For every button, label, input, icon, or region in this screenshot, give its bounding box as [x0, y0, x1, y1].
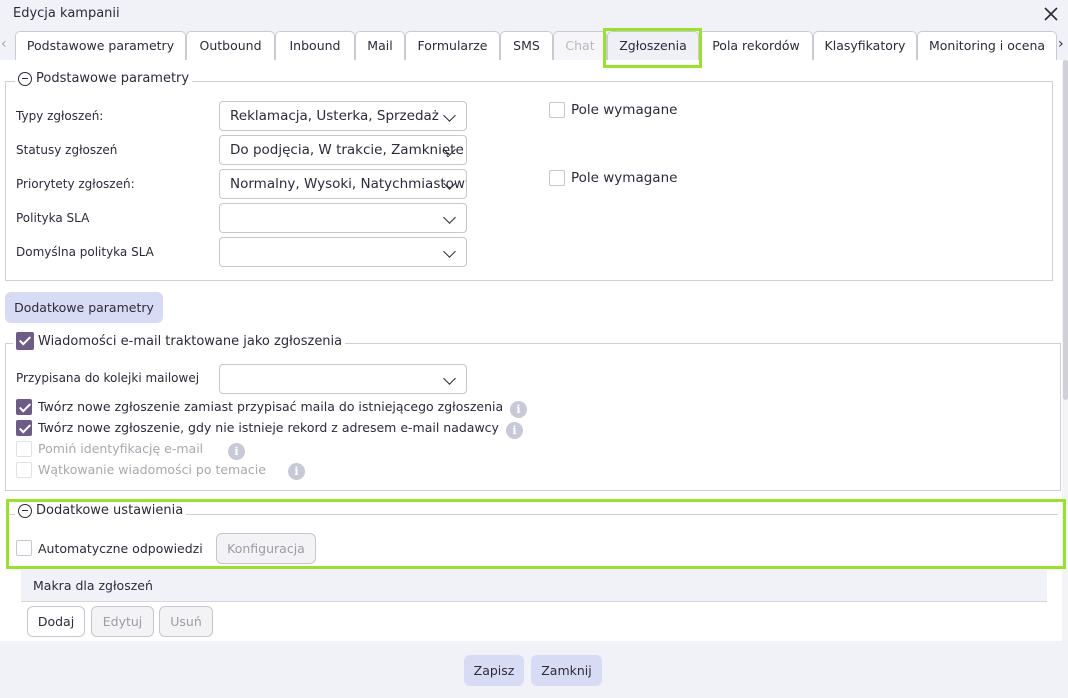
- chevron-down-icon: [443, 109, 456, 122]
- tab-zgloszenia[interactable]: Zgłoszenia: [607, 31, 699, 60]
- additional-params-button[interactable]: Dodatkowe parametry: [5, 292, 163, 323]
- tab-scroll-right-icon[interactable]: ›: [1058, 36, 1064, 52]
- window-title: Edycja kampanii: [13, 6, 120, 21]
- required-checkbox-types[interactable]: [549, 102, 565, 118]
- window-titlebar: Edycja kampanii: [0, 0, 1068, 30]
- ticket-types-select[interactable]: Reklamacja, Usterka, Sprzedaż: [219, 101, 467, 131]
- configuration-button[interactable]: Konfiguracja: [216, 533, 316, 564]
- tab-sms[interactable]: SMS: [500, 31, 553, 60]
- required-label-priorities: Pole wymagane: [571, 170, 678, 186]
- thread-by-subject-label: Wątkowanie wiadomości po temacie: [38, 462, 266, 477]
- tab-klasyfikatory[interactable]: Klasyfikatory: [813, 31, 917, 60]
- chevron-down-icon: [443, 245, 456, 258]
- ticket-statuses-value: Do podjęcia, W trakcie, Zamknięte: [230, 142, 464, 158]
- thread-by-subject-checkbox: [16, 462, 32, 478]
- chevron-down-icon: [443, 372, 456, 385]
- tab-monitoring-i-ocena[interactable]: Monitoring i ocena: [917, 31, 1057, 60]
- close-icon[interactable]: [1040, 3, 1062, 25]
- info-icon[interactable]: i: [228, 443, 245, 460]
- macros-header: Makra dla zgłoszeń: [21, 570, 1047, 602]
- ticket-types-value: Reklamacja, Usterka, Sprzedaż: [230, 108, 439, 124]
- tab-scroll-left-icon[interactable]: ‹: [1, 36, 7, 52]
- tab-formularze[interactable]: Formularze: [405, 31, 500, 60]
- skip-email-id-label: Pomiń identyfikację e-mail: [38, 441, 204, 456]
- additional-settings-legend-text: Dodatkowe ustawienia: [36, 503, 184, 518]
- tab-bar: ‹ Podstawowe parametry Outbound Inbound …: [0, 30, 1068, 60]
- add-macro-button[interactable]: Dodaj: [27, 606, 85, 637]
- email-legend-text: Wiadomości e-mail traktowane jako zgłosz…: [38, 333, 343, 349]
- sla-policy-select[interactable]: [219, 203, 467, 233]
- basic-params-legend-text: Podstawowe parametry: [36, 71, 190, 86]
- tab-chat: Chat: [553, 31, 607, 60]
- skip-email-id-checkbox: [16, 441, 32, 457]
- new-ticket-instead-checkbox[interactable]: [16, 399, 32, 415]
- scrollbar-thumb[interactable]: [1063, 60, 1068, 400]
- tab-mail[interactable]: Mail: [355, 31, 405, 60]
- tab-outbound[interactable]: Outbound: [186, 31, 275, 60]
- auto-reply-checkbox[interactable]: [16, 540, 32, 556]
- remove-macro-button[interactable]: Usuń: [159, 606, 213, 637]
- default-sla-policy-label: Domyślna polityka SLA: [16, 245, 154, 259]
- basic-params-legend[interactable]: Podstawowe parametry: [15, 71, 193, 86]
- save-button[interactable]: Zapisz: [464, 655, 524, 686]
- email-legend: Wiadomości e-mail traktowane jako zgłosz…: [13, 332, 346, 350]
- sla-policy-label: Polityka SLA: [16, 211, 90, 225]
- required-checkbox-priorities[interactable]: [549, 170, 565, 186]
- close-button[interactable]: Zamknij: [531, 655, 602, 686]
- info-icon[interactable]: i: [510, 401, 527, 418]
- default-sla-policy-select[interactable]: [219, 237, 467, 267]
- basic-params-fieldset: [5, 81, 1053, 281]
- auto-reply-label: Automatyczne odpowiedzi: [38, 541, 203, 556]
- tab-podstawowe-parametry[interactable]: Podstawowe parametry: [15, 31, 186, 60]
- new-ticket-no-record-checkbox[interactable]: [16, 420, 32, 436]
- ticket-priorities-value: Normalny, Wysoki, Natychmiastowy: [230, 176, 467, 192]
- mail-queue-select[interactable]: [219, 364, 467, 394]
- info-icon[interactable]: i: [288, 463, 305, 480]
- ticket-statuses-select[interactable]: Do podjęcia, W trakcie, Zamknięte: [219, 135, 467, 165]
- macros-title: Makra dla zgłoszeń: [33, 578, 153, 593]
- info-icon[interactable]: i: [506, 422, 523, 439]
- ticket-types-label: Typy zgłoszeń:: [16, 109, 104, 123]
- ticket-priorities-label: Priorytety zgłoszeń:: [16, 177, 135, 191]
- new-ticket-instead-label: Twórz nowe zgłoszenie zamiast przypisać …: [38, 399, 504, 414]
- mail-queue-label: Przypisana do kolejki mailowej: [16, 371, 200, 385]
- new-ticket-no-record-label: Twórz nowe zgłoszenie, gdy nie istnieje …: [38, 420, 499, 435]
- edit-macro-button[interactable]: Edytuj: [91, 606, 154, 637]
- chevron-down-icon: [443, 211, 456, 224]
- tab-pola-rekordow[interactable]: Pola rekordów: [699, 31, 813, 60]
- collapse-minus-icon[interactable]: [18, 71, 32, 86]
- required-label-types: Pole wymagane: [571, 102, 678, 118]
- dialog-footer: Zapisz Zamknij: [0, 641, 1068, 698]
- email-as-tickets-checkbox[interactable]: [16, 332, 34, 350]
- additional-settings-legend[interactable]: Dodatkowe ustawienia: [15, 503, 187, 518]
- ticket-priorities-select[interactable]: Normalny, Wysoki, Natychmiastowy: [219, 169, 467, 199]
- main-content: Podstawowe parametry Typy zgłoszeń: Rekl…: [0, 60, 1062, 641]
- collapse-minus-icon[interactable]: [18, 503, 32, 518]
- ticket-statuses-label: Statusy zgłoszeń: [16, 143, 118, 157]
- tab-inbound[interactable]: Inbound: [275, 31, 355, 60]
